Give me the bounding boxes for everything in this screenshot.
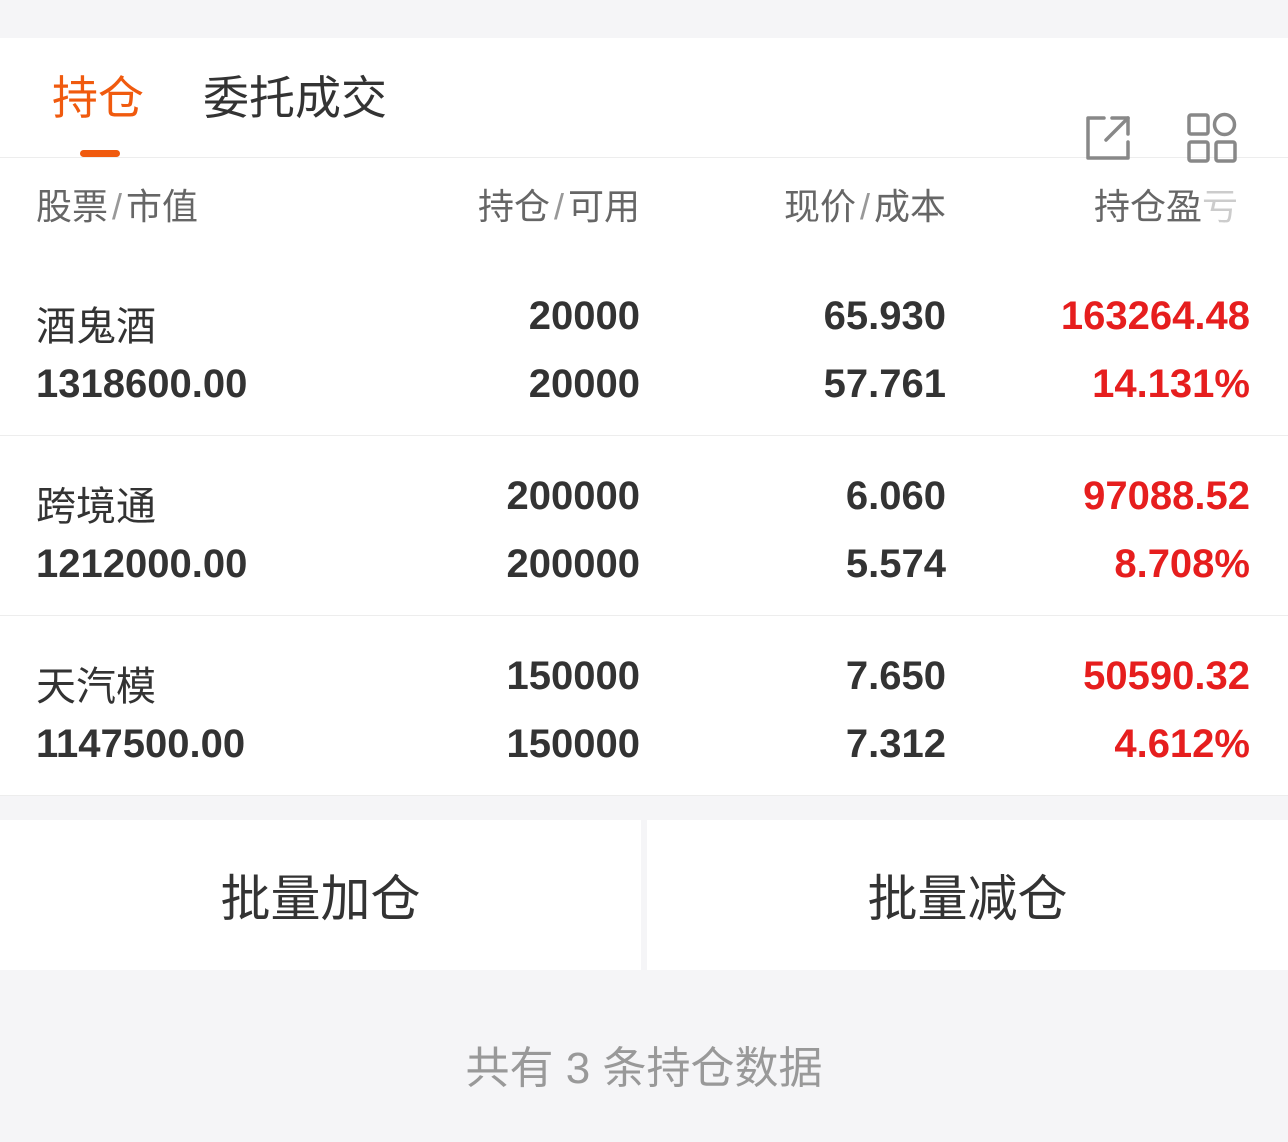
top-spacer xyxy=(0,0,1288,38)
stock-name: 天汽模 xyxy=(36,665,156,709)
header-stock-market-value: 股票 / 市值 xyxy=(36,186,199,227)
external-link-icon[interactable] xyxy=(1082,112,1134,164)
batch-actions: 批量加仓 批量减仓 xyxy=(0,820,1288,970)
cost-price: 7.312 xyxy=(845,722,946,766)
tab-holdings[interactable]: 持仓 xyxy=(52,38,144,158)
grid-menu-icon[interactable] xyxy=(1186,112,1238,164)
position-pnl: 50590.32 xyxy=(1083,654,1250,698)
position-qty: 150000 xyxy=(506,654,640,698)
tab-orders-trades[interactable]: 委托成交 xyxy=(203,38,387,158)
position-pnl-pct: 14.131% xyxy=(1092,362,1250,406)
position-pnl: 163264.48 xyxy=(1060,294,1250,338)
stock-name: 跨境通 xyxy=(36,485,156,529)
tab-bar: 持仓 委托成交 xyxy=(0,38,1288,163)
position-pnl-pct: 8.708% xyxy=(1114,542,1250,586)
batch-add-position-button[interactable]: 批量加仓 xyxy=(0,820,641,970)
position-qty: 200000 xyxy=(506,474,640,518)
holdings-table: 股票 / 市值 持仓 / 可用 现价 / 成本 持仓盈亏 酒鬼酒 1318600.00 20… xyxy=(0,158,1288,796)
current-price: 65.930 xyxy=(823,294,946,338)
current-price: 7.650 xyxy=(845,654,946,698)
active-tab-indicator xyxy=(80,150,120,157)
table-row[interactable]: 跨境通 1212000.00 200000 200000 6.060 5.574… xyxy=(0,436,1288,616)
header-price-cost: 现价 / 成本 xyxy=(783,186,946,227)
holdings-count-text: 共有 3 条持仓数据 xyxy=(0,970,1288,1142)
table-row[interactable]: 天汽模 1147500.00 150000 150000 7.650 7.312… xyxy=(0,616,1288,796)
batch-reduce-position-button[interactable]: 批量减仓 xyxy=(647,820,1288,970)
stock-name: 酒鬼酒 xyxy=(36,305,156,349)
position-pnl: 97088.52 xyxy=(1083,474,1250,518)
market-value: 1147500.00 xyxy=(36,722,246,766)
current-price: 6.060 xyxy=(845,474,946,518)
cost-price: 57.761 xyxy=(823,362,946,406)
market-value: 1212000.00 xyxy=(36,542,248,586)
table-header: 股票 / 市值 持仓 / 可用 现价 / 成本 持仓盈亏 xyxy=(0,158,1288,256)
cost-price: 5.574 xyxy=(845,542,946,586)
position-pnl-pct: 4.612% xyxy=(1114,722,1250,766)
market-value: 1318600.00 xyxy=(36,362,248,406)
available-qty: 150000 xyxy=(506,722,640,766)
header-position-pnl: 持仓盈亏 xyxy=(1094,186,1239,227)
table-row[interactable]: 酒鬼酒 1318600.00 20000 20000 65.930 57.761… xyxy=(0,256,1288,436)
available-qty: 20000 xyxy=(528,362,640,406)
available-qty: 200000 xyxy=(506,542,640,586)
position-qty: 20000 xyxy=(528,294,640,338)
header-position-available: 持仓 / 可用 xyxy=(477,186,640,227)
